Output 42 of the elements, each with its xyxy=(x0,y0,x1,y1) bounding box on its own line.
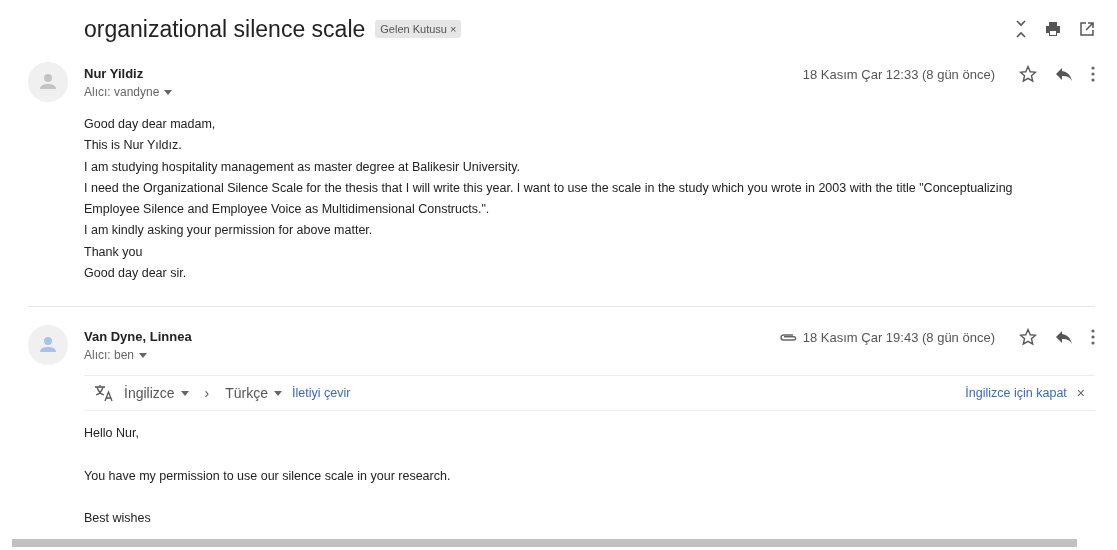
body-text: I am kindly asking your permission for above matter. xyxy=(84,222,374,240)
message-date: 18 Kasım Çar 12:33 (8 gün önce) xyxy=(802,66,995,82)
body-text: You have my permission to use our silence scale in your research. xyxy=(84,467,452,485)
message-date: 18 Kasım Çar 19:43 (8 gün önce) xyxy=(802,329,995,345)
open-in-new-window-icon[interactable] xyxy=(1079,21,1095,37)
label-chip[interactable]: Gelen Kutusu × xyxy=(375,20,462,38)
target-language-dropdown[interactable]: Türkçe xyxy=(225,385,283,402)
reply-icon[interactable] xyxy=(1055,66,1073,82)
star-icon[interactable] xyxy=(1019,65,1037,83)
arrow-text: › xyxy=(204,385,210,402)
translate-link[interactable]: İletiyi çevir xyxy=(292,386,351,401)
turn-off-translation-link[interactable]: İngilizce için kapat xyxy=(965,386,1067,401)
body-text: Thank you xyxy=(84,243,144,261)
more-options-icon[interactable] xyxy=(1091,329,1095,346)
recipient-dropdown[interactable]: Alıcı: ben xyxy=(84,348,192,363)
caret-icon xyxy=(164,89,173,95)
close-icon[interactable]: × xyxy=(1076,385,1085,402)
source-language-dropdown[interactable]: İngilizce xyxy=(124,385,189,402)
print-icon[interactable] xyxy=(1045,21,1061,37)
body-text: I am studying hospitality management as master degree at Balikesir University. xyxy=(84,158,522,176)
body-text: I need the Organizational Silence Scale for the thesis that I will write this year. I want to use the scale in the study which you wrote in 2003 with the title "Conceptualizing Employee Silence and Employee Voice as Multidimensional Constructs.". xyxy=(84,179,1014,219)
avatar-background xyxy=(28,62,68,102)
body-text: Best wishes xyxy=(84,509,152,527)
scrollbar[interactable] xyxy=(12,539,1077,547)
star-icon[interactable] xyxy=(1019,328,1037,347)
avatar-background xyxy=(28,325,68,366)
caret-icon xyxy=(139,352,148,358)
caret-icon xyxy=(180,390,189,396)
subject-title: organizational silence scale xyxy=(84,15,366,43)
sender-name: Nur Yildiz xyxy=(84,66,145,81)
recipient-dropdown[interactable]: Alıcı: vandyne xyxy=(84,85,173,99)
caret-icon xyxy=(274,390,283,396)
sender-name: Van Dyne, Linnea xyxy=(84,329,192,345)
translate-icon xyxy=(94,384,114,403)
reply-icon[interactable] xyxy=(1055,329,1073,346)
body-text: This is Nur Yıldız. xyxy=(84,137,183,155)
body-text: Good day dear sir. xyxy=(84,265,188,283)
label-remove[interactable]: × xyxy=(450,23,457,35)
expand-all-icon[interactable] xyxy=(1015,19,1027,39)
more-options-icon[interactable] xyxy=(1091,66,1095,82)
body-text: Good day dear madam, xyxy=(84,116,217,133)
body-text: Hello Nur, xyxy=(84,425,140,443)
